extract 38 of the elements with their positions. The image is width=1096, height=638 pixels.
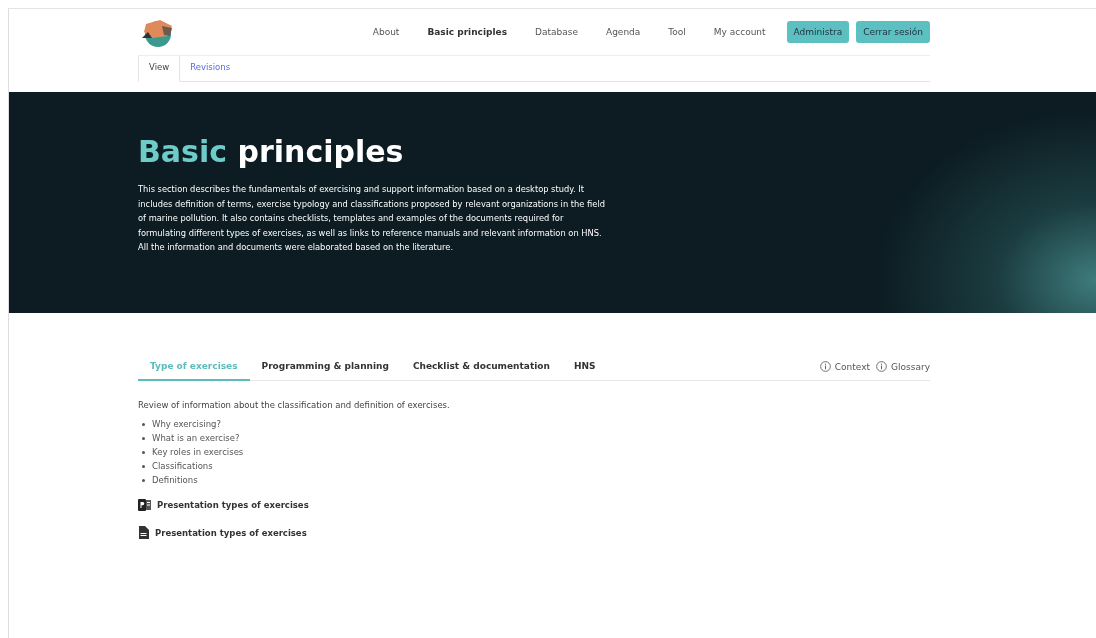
topic-text: Classifications: [152, 460, 213, 473]
topic-text: Why exercising?: [152, 418, 222, 431]
topic-text: Definitions: [152, 474, 198, 487]
bullet-icon: [142, 436, 145, 440]
topic-text: Key roles in exercises: [152, 446, 244, 459]
document-icon: [138, 526, 149, 539]
section-tab[interactable]: Checklist & documentation: [400, 353, 562, 381]
page-tab[interactable]: View: [138, 56, 181, 82]
nav-link[interactable]: Tool: [654, 27, 700, 37]
presentation-file-icon: [138, 499, 151, 511]
info-link-label[interactable]: Glossary: [891, 361, 930, 372]
document-link-label[interactable]: Presentation types of exercises: [157, 500, 309, 510]
info-link[interactable]: Context: [819, 361, 871, 372]
document-link-label[interactable]: Presentation types of exercises: [155, 527, 307, 538]
nav-link[interactable]: About: [358, 27, 414, 37]
info-link-label[interactable]: Context: [834, 361, 871, 372]
section-tab[interactable]: HNS: [561, 353, 608, 381]
bullet-icon: [142, 464, 145, 468]
page-title: Basic principles: [138, 135, 405, 168]
topic-text: What is an exercise?: [152, 432, 240, 445]
nav-link[interactable]: Database: [521, 27, 592, 37]
info-icon: [819, 361, 831, 372]
section-tab[interactable]: Programming & planning: [249, 353, 401, 381]
bullet-icon: [142, 478, 145, 482]
intro-text: Review of information about the classification and definition of exercises.: [138, 400, 451, 410]
header-button[interactable]: Cerrar sesión: [856, 21, 930, 43]
page-tab[interactable]: Revisions: [180, 56, 241, 81]
bullet-icon: [142, 450, 145, 454]
nav-link[interactable]: Basic principles: [413, 27, 521, 37]
nav-link[interactable]: My account: [699, 27, 780, 37]
document-link[interactable]: Presentation types of exercises: [138, 499, 309, 511]
header-button[interactable]: Administra: [786, 21, 850, 43]
info-icon: [876, 361, 888, 372]
document-link[interactable]: Presentation types of exercises: [138, 526, 307, 539]
bullet-icon: [142, 422, 145, 426]
nav-link[interactable]: Agenda: [591, 27, 655, 37]
info-link[interactable]: Glossary: [876, 361, 930, 372]
hero-description: This section describes the fundamentals of exercising and support information based on a desktop study. It includes definition of terms, exercise typology and classifications proposed by relevant organizations in the field of marine pollution. It also contains checklists, templates and examples of the documents required for formulating different types of exercises, as well as links to reference manuals and relevant information on HNS. All the information and documents were elaborated based on the literature.: [138, 183, 606, 255]
